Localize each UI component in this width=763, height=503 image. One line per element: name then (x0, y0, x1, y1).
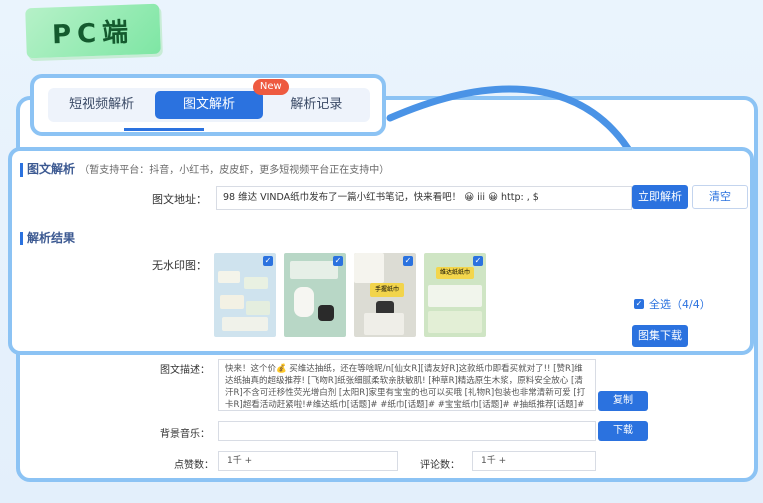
parse-section-title: 图文解析 （暂支持平台：抖音，小红书，皮皮虾，更多短视频平台正在支持中） (20, 163, 389, 177)
tab-underline (124, 128, 204, 131)
comments-label: 评论数： (420, 460, 460, 471)
select-all-label: 全选（4/4） (649, 298, 711, 311)
thumbnail-1-check-icon[interactable]: ✓ (263, 256, 273, 266)
download-music-button[interactable]: 下载 (598, 421, 648, 441)
likes-label: 点赞数： (174, 460, 214, 471)
url-label: 图文地址： (152, 193, 207, 206)
thumbnail-3-check-icon[interactable]: ✓ (403, 256, 413, 266)
copy-button[interactable]: 复制 (598, 391, 648, 411)
parse-section-note: （暂支持平台：抖音，小红书，皮皮虾，更多短视频平台正在支持中） (79, 165, 390, 176)
music-input[interactable] (218, 421, 596, 441)
likes-value: 1千 + (218, 451, 398, 471)
thumbnail-4-caption: 维达纸纸巾 (436, 267, 474, 279)
thumbnail-4-check-icon[interactable]: ✓ (473, 256, 483, 266)
pc-badge: PC端 (25, 3, 161, 59)
thumbnail-3[interactable]: 手握纸巾 ✓ (354, 253, 416, 337)
main-panel: 图文解析 （暂支持平台：抖音，小红书，皮皮虾，更多短视频平台正在支持中） 图文地… (8, 147, 754, 355)
pc-badge-label: PC端 (51, 17, 135, 50)
new-badge: New (252, 79, 289, 95)
download-images-button[interactable]: 图集下载 (632, 325, 688, 347)
thumbnail-2-check-icon[interactable]: ✓ (333, 256, 343, 266)
no-watermark-label: 无水印图： (152, 259, 207, 272)
result-section-title: 解析结果 (20, 232, 75, 245)
parse-button[interactable]: 立即解析 (632, 185, 688, 209)
tab-short-video[interactable]: 短视频解析 (48, 91, 155, 119)
thumbnail-2[interactable]: ✓ (284, 253, 346, 337)
tab-image-text[interactable]: 图文解析 New (155, 79, 289, 119)
thumbnail-4[interactable]: 维达纸纸巾 ✓ (424, 253, 486, 337)
select-all-checkbox[interactable]: ✓ 全选（4/4） (634, 296, 711, 312)
parse-section-title-text: 图文解析 (27, 162, 76, 176)
thumbnail-1[interactable]: ✓ (214, 253, 276, 337)
url-input[interactable]: 98 维达 VINDA纸巾发布了一篇小红书笔记，快来看吧！ 😀 iii 😀 ht… (216, 186, 632, 210)
desc-label: 图文描述： (160, 365, 210, 376)
music-label: 背景音乐： (160, 429, 210, 440)
checkbox-icon[interactable]: ✓ (634, 299, 644, 309)
tab-image-text-label: 图文解析 (182, 97, 235, 112)
clear-button[interactable]: 清空 (692, 185, 748, 209)
tab-bar: 短视频解析 图文解析 New 解析记录 (30, 74, 386, 136)
tab-history[interactable]: 解析记录 (263, 91, 370, 119)
desc-textarea[interactable]: 快来！这个价💰 买维达抽纸，还在等啥呢/n[仙女R][请友好R]这款纸巾即看买就… (218, 359, 596, 411)
thumbnail-3-caption: 手握纸巾 (370, 283, 404, 297)
comments-value: 1千 + (472, 451, 596, 471)
